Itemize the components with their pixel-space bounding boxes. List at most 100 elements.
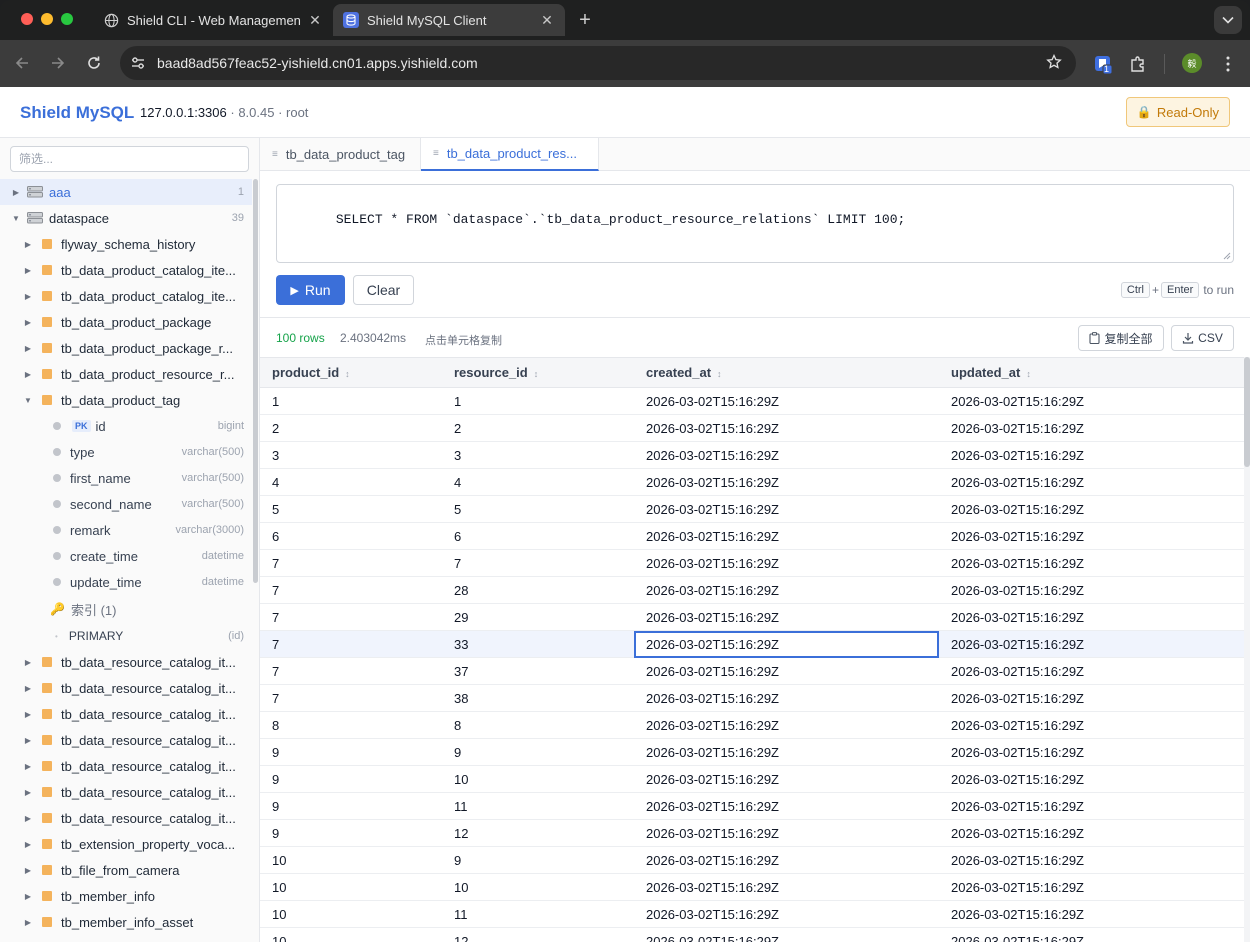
table-item[interactable]: ▶ tb_data_resource_catalog_it... (0, 779, 252, 805)
table-cell[interactable]: 7 (260, 630, 442, 658)
tab-search-button[interactable] (1214, 6, 1242, 34)
sort-icon[interactable]: ↕ (345, 369, 350, 379)
profile-avatar[interactable]: 毅 (1182, 53, 1202, 73)
table-item[interactable]: ▶ tb_data_product_catalog_ite... (0, 283, 252, 309)
table-cell[interactable]: 2026-03-02T15:16:29Z (939, 657, 1244, 685)
table-cell[interactable]: 2026-03-02T15:16:29Z (634, 684, 939, 712)
table-cell[interactable]: 1 (260, 387, 442, 415)
column-item[interactable]: first_name varchar(500) (0, 465, 252, 491)
column-item[interactable]: create_time datetime (0, 543, 252, 569)
table-cell[interactable]: 7 (442, 549, 634, 577)
column-header-product-id[interactable]: product_id ↕ (260, 357, 442, 388)
table-cell[interactable]: 38 (442, 684, 634, 712)
table-cell[interactable]: 2026-03-02T15:16:29Z (939, 630, 1244, 658)
caret-right-icon[interactable]: ▶ (23, 710, 33, 719)
table-cell[interactable]: 2 (260, 414, 442, 442)
table-item[interactable]: ▶ tb_member_info (0, 883, 252, 909)
table-item[interactable]: ▶ tb_member_info_asset (0, 909, 252, 935)
table-cell[interactable]: 2026-03-02T15:16:29Z (939, 522, 1244, 550)
table-cell[interactable]: 2026-03-02T15:16:29Z (939, 873, 1244, 901)
column-item[interactable]: second_name varchar(500) (0, 491, 252, 517)
database-item-dataspace[interactable]: ▼ dataspace 39 (0, 205, 252, 231)
column-item[interactable]: remark varchar(3000) (0, 517, 252, 543)
column-header-created-at[interactable]: created_at ↕ (634, 357, 939, 388)
resize-handle-icon[interactable] (1223, 252, 1231, 260)
csv-download-button[interactable]: CSV (1171, 325, 1234, 351)
table-cell[interactable]: 2026-03-02T15:16:29Z (634, 441, 939, 469)
results-scrollbar-thumb[interactable] (1244, 357, 1250, 467)
table-cell[interactable]: 2026-03-02T15:16:29Z (634, 819, 939, 847)
table-item[interactable]: ▶ tb_data_product_package_r... (0, 335, 252, 361)
table-cell[interactable]: 9 (260, 819, 442, 847)
schema-filter-input[interactable] (10, 146, 249, 172)
table-item[interactable]: ▶ tb_data_resource_catalog_it... (0, 675, 252, 701)
table-cell[interactable]: 2026-03-02T15:16:29Z (939, 387, 1244, 415)
forward-button[interactable] (47, 52, 69, 74)
table-cell[interactable]: 33 (442, 630, 634, 658)
table-cell[interactable]: 9 (442, 846, 634, 874)
table-cell[interactable]: 2026-03-02T15:16:29Z (634, 495, 939, 523)
table-cell[interactable]: 4 (260, 468, 442, 496)
table-item[interactable]: ▶ tb_data_resource_catalog_it... (0, 701, 252, 727)
browser-tab-mysql-client[interactable]: Shield MySQL Client ✕ (333, 4, 565, 36)
table-cell[interactable]: 7 (260, 657, 442, 685)
back-button[interactable] (11, 52, 33, 74)
table-cell[interactable]: 2026-03-02T15:16:29Z (939, 684, 1244, 712)
table-cell[interactable]: 2026-03-02T15:16:29Z (634, 927, 939, 942)
close-tab-icon[interactable]: ✕ (307, 12, 323, 29)
table-cell[interactable]: 9 (260, 738, 442, 766)
extension-shield-icon[interactable] (1092, 53, 1114, 75)
caret-right-icon[interactable]: ▶ (23, 892, 33, 901)
table-cell[interactable]: 2026-03-02T15:16:29Z (634, 576, 939, 604)
table-cell[interactable]: 2026-03-02T15:16:29Z (634, 846, 939, 874)
table-cell[interactable]: 2026-03-02T15:16:29Z (939, 576, 1244, 604)
table-cell[interactable]: 2026-03-02T15:16:29Z (939, 603, 1244, 631)
url-text[interactable]: baad8ad567feac52-yishield.cn01.apps.yish… (157, 55, 478, 71)
table-cell[interactable]: 2026-03-02T15:16:29Z (939, 441, 1244, 469)
sql-editor[interactable]: SELECT * FROM `dataspace`.`tb_data_produ… (276, 184, 1234, 263)
table-cell[interactable]: 12 (442, 819, 634, 847)
caret-down-icon[interactable]: ▼ (11, 214, 21, 223)
table-item[interactable]: ▶ tb_data_product_catalog_ite... (0, 257, 252, 283)
table-cell[interactable]: 10 (260, 900, 442, 928)
table-item[interactable]: ▶ tb_file_from_camera (0, 857, 252, 883)
table-cell[interactable]: 9 (260, 792, 442, 820)
caret-right-icon[interactable]: ▶ (23, 788, 33, 797)
caret-right-icon[interactable]: ▶ (23, 318, 33, 327)
caret-right-icon[interactable]: ▶ (23, 292, 33, 301)
table-cell[interactable]: 2026-03-02T15:16:29Z (939, 819, 1244, 847)
table-cell[interactable]: 2026-03-02T15:16:29Z (939, 414, 1244, 442)
table-cell[interactable]: 9 (260, 765, 442, 793)
caret-right-icon[interactable]: ▶ (23, 814, 33, 823)
table-cell[interactable]: 7 (260, 576, 442, 604)
table-cell[interactable]: 2026-03-02T15:16:29Z (939, 468, 1244, 496)
table-cell[interactable]: 2026-03-02T15:16:29Z (634, 711, 939, 739)
table-item[interactable]: ▶ tb_data_product_resource_r... (0, 361, 252, 387)
caret-right-icon[interactable]: ▶ (23, 840, 33, 849)
table-cell[interactable]: 2026-03-02T15:16:29Z (634, 522, 939, 550)
minimize-window-button[interactable] (41, 13, 53, 25)
sort-icon[interactable]: ↕ (534, 369, 539, 379)
query-tab-product-tag[interactable]: ≡ tb_data_product_tag (260, 138, 421, 171)
table-cell[interactable]: 2026-03-02T15:16:29Z (939, 792, 1244, 820)
caret-right-icon[interactable]: ▶ (23, 658, 33, 667)
copy-all-button[interactable]: 复制全部 (1078, 325, 1164, 351)
table-cell[interactable]: 2026-03-02T15:16:29Z (939, 711, 1244, 739)
caret-right-icon[interactable]: ▶ (23, 684, 33, 693)
table-cell[interactable]: 2026-03-02T15:16:29Z (634, 468, 939, 496)
table-cell[interactable]: 7 (260, 549, 442, 577)
caret-right-icon[interactable]: ▶ (11, 188, 21, 197)
table-cell[interactable]: 7 (260, 684, 442, 712)
table-cell[interactable]: 2026-03-02T15:16:29Z (634, 549, 939, 577)
caret-right-icon[interactable]: ▶ (23, 344, 33, 353)
reload-button[interactable] (83, 52, 105, 74)
table-item[interactable]: ▶ tb_data_resource_catalog_it... (0, 753, 252, 779)
site-settings-icon[interactable] (130, 55, 146, 74)
table-item[interactable]: ▶ tb_extension_property_voca... (0, 831, 252, 857)
caret-right-icon[interactable]: ▶ (23, 266, 33, 275)
table-cell[interactable]: 6 (442, 522, 634, 550)
table-cell[interactable]: 28 (442, 576, 634, 604)
table-cell[interactable]: 2026-03-02T15:16:29Z (939, 765, 1244, 793)
table-cell[interactable]: 2026-03-02T15:16:29Z (634, 900, 939, 928)
table-cell[interactable]: 2 (442, 414, 634, 442)
